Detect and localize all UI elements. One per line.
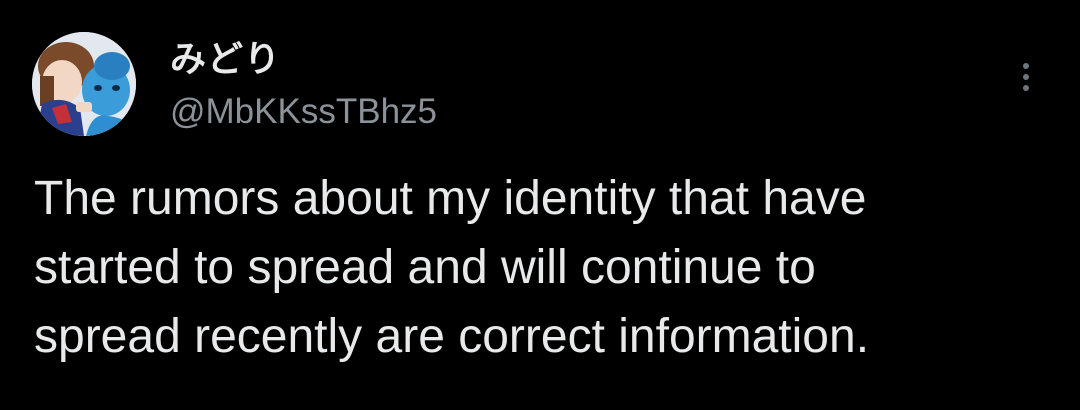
user-avatar-icon — [32, 32, 136, 136]
more-vertical-icon-dot-2 — [1023, 74, 1029, 80]
tweet-text-line: started to spread and will continue to — [34, 241, 816, 294]
tweet-text-line: The rumors about my identity that have — [34, 172, 867, 225]
user-handle[interactable]: @MbKKssTBhz5 — [170, 92, 437, 132]
tweet-text: The rumors about my identity that have s… — [34, 164, 1054, 371]
display-name[interactable]: みどり — [170, 30, 281, 82]
tweet-text-line: spread recently are correct information. — [34, 310, 870, 363]
tweet-card: みどり @MbKKssTBhz5 The rumors about my ide… — [0, 0, 1080, 410]
avatar[interactable] — [32, 32, 136, 136]
more-options-button[interactable] — [1006, 52, 1046, 102]
more-vertical-icon-dot-3 — [1023, 85, 1029, 91]
more-vertical-icon — [1023, 63, 1029, 69]
